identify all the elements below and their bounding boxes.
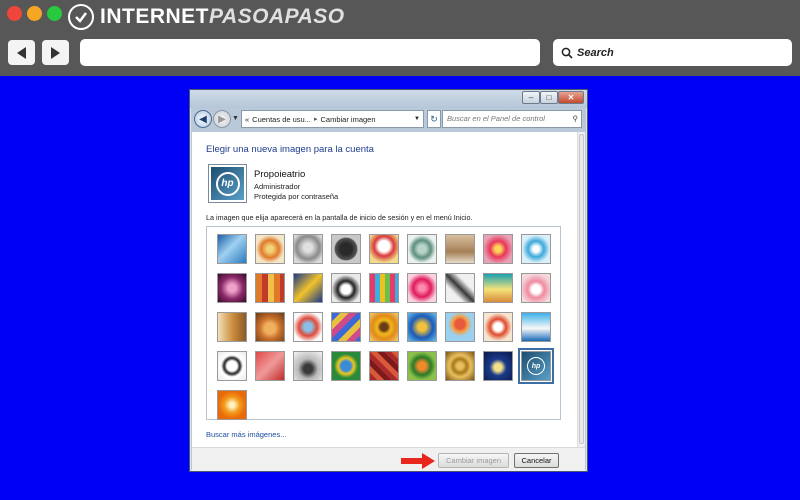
- picture-grid: hp: [206, 226, 561, 420]
- picture-tile-puppy[interactable]: [255, 312, 285, 342]
- picture-tile-lantern[interactable]: [483, 351, 513, 381]
- picture-tile-red-pattern[interactable]: [369, 351, 399, 381]
- avatar: hp: [208, 164, 247, 203]
- dialog-footer: Cambiar imagen Cancelar: [192, 447, 585, 471]
- picture-tile-crayons[interactable]: [369, 273, 399, 303]
- picture-tile-sunflower[interactable]: [369, 312, 399, 342]
- picture-tile-blue-flower[interactable]: [407, 312, 437, 342]
- maximize-window-dot[interactable]: [47, 6, 62, 21]
- picture-tile-butterfly[interactable]: [407, 351, 437, 381]
- cancel-button[interactable]: Cancelar: [514, 453, 559, 468]
- picture-tile-hp[interactable]: hp: [518, 348, 554, 384]
- window-caption: – □ ✕: [190, 90, 587, 108]
- page-title: Elegir una nueva imagen para la cuenta: [206, 144, 374, 155]
- picture-tile-guitar[interactable]: [217, 312, 247, 342]
- picture-tile-origami-star[interactable]: [407, 273, 437, 303]
- picture-tile-robot-toy[interactable]: [293, 312, 323, 342]
- browser-forward-button[interactable]: [42, 40, 69, 65]
- address-row: ◀ ▶ ▼ « Cuentas de usu... ▸ Cambiar imag…: [192, 109, 585, 131]
- red-arrow-icon: [401, 453, 435, 469]
- picture-tile-starfish[interactable]: [255, 234, 285, 264]
- browser-nav-row: Search: [0, 38, 800, 68]
- picture-tile-dalmatian[interactable]: [331, 273, 361, 303]
- picture-tile-vinyl-record[interactable]: [331, 234, 361, 264]
- close-button[interactable]: ✕: [558, 91, 584, 104]
- picture-tile-fabric[interactable]: [331, 312, 361, 342]
- change-picture-button[interactable]: Cambiar imagen: [438, 453, 509, 468]
- user-protection: Protegida por contraseña: [254, 192, 339, 201]
- control-panel-search-input[interactable]: Buscar en el Panel de control ⚲: [442, 110, 582, 128]
- window-back-button[interactable]: ◀: [194, 110, 212, 128]
- search-icon: [561, 47, 573, 59]
- minimize-window-dot[interactable]: [27, 6, 42, 21]
- forward-arrow-icon: [51, 46, 60, 59]
- address-dropdown-icon[interactable]: ▼: [414, 116, 420, 122]
- magnifier-icon[interactable]: ⚲: [573, 111, 579, 127]
- browser-back-button[interactable]: [8, 40, 35, 65]
- browser-search-label: Search: [577, 46, 614, 59]
- avatar-picture: hp: [211, 167, 244, 200]
- hp-logo-icon: hp: [527, 357, 545, 375]
- browser-titlebar: INTERNETPASOAPASO: [0, 0, 800, 34]
- url-input[interactable]: [80, 39, 540, 66]
- vertical-scrollbar[interactable]: [577, 132, 585, 447]
- picture-tile-soccer-ball[interactable]: [217, 351, 247, 381]
- minimize-button[interactable]: –: [522, 91, 540, 104]
- browser-chrome: INTERNETPASOAPASO Search: [0, 0, 800, 76]
- picture-tile-blue-swirl[interactable]: [217, 234, 247, 264]
- browser-search-input[interactable]: Search: [553, 39, 792, 66]
- picture-tile-pinwheel[interactable]: [521, 234, 551, 264]
- history-dropdown-icon[interactable]: ▼: [232, 115, 239, 122]
- maximize-button[interactable]: □: [540, 91, 558, 104]
- scrollbar-thumb[interactable]: [579, 134, 584, 444]
- picture-tile-window-frame[interactable]: [331, 351, 361, 381]
- logo-check-icon: [68, 4, 94, 30]
- picture-tile-satellite-dish[interactable]: [407, 234, 437, 264]
- logo-text-main: INTERNET: [100, 5, 209, 28]
- picture-tile-red-toy[interactable]: [255, 351, 285, 381]
- user-role: Administrador: [254, 182, 301, 191]
- picture-tile-chess[interactable]: [293, 351, 323, 381]
- picture-tile-golden-spiral[interactable]: [445, 351, 475, 381]
- picture-tile-paper-crane[interactable]: [521, 273, 551, 303]
- user-name: Propoieatrio: [254, 169, 306, 180]
- picture-tile-daruma[interactable]: [483, 312, 513, 342]
- breadcrumb-item-accounts[interactable]: Cuentas de usu...: [252, 115, 311, 124]
- picture-tile-hot-air-balloon[interactable]: [445, 312, 475, 342]
- site-logo: INTERNETPASOAPASO: [68, 4, 345, 30]
- picture-tile-colored-blocks[interactable]: [255, 273, 285, 303]
- picture-tile-magenta-ball[interactable]: [217, 273, 247, 303]
- back-arrow-icon: [17, 46, 26, 59]
- info-text: La imagen que elija aparecerá en la pant…: [206, 213, 473, 222]
- picture-tile-kitten[interactable]: [445, 234, 475, 264]
- picture-tile-robot[interactable]: [293, 234, 323, 264]
- close-window-dot[interactable]: [7, 6, 22, 21]
- picture-tile-orange-flower[interactable]: [217, 390, 247, 420]
- control-panel-search-placeholder: Buscar en el Panel de control: [447, 114, 545, 123]
- browse-more-pictures-link[interactable]: Buscar más imágenes...: [206, 430, 286, 439]
- change-picture-window: – □ ✕ ◀ ▶ ▼ « Cuentas de usu... ▸ Cambia…: [189, 89, 588, 472]
- refresh-icon[interactable]: ↻: [427, 110, 441, 128]
- breadcrumb-overflow[interactable]: «: [245, 115, 249, 124]
- picture-tile-lucky-cat[interactable]: [369, 234, 399, 264]
- picture-tile-sailboat[interactable]: [521, 312, 551, 342]
- picture-tile-jacks[interactable]: [445, 273, 475, 303]
- breadcrumb-item-change-picture[interactable]: Cambiar imagen: [320, 115, 375, 124]
- hp-logo-icon: hp: [215, 171, 240, 196]
- picture-tile-pink-flower[interactable]: [483, 234, 513, 264]
- breadcrumb-separator-icon[interactable]: ▸: [314, 115, 318, 123]
- picture-tile-leaf[interactable]: [293, 273, 323, 303]
- picture-tile-stairs[interactable]: [483, 273, 513, 303]
- logo-text-accent: PASOAPASO: [209, 5, 345, 28]
- breadcrumb[interactable]: « Cuentas de usu... ▸ Cambiar imagen ▼: [241, 110, 424, 128]
- content-pane: Elegir una nueva imagen para la cuenta h…: [192, 132, 577, 447]
- window-forward-button[interactable]: ▶: [213, 110, 231, 128]
- logo-text: INTERNETPASOAPASO: [100, 5, 345, 29]
